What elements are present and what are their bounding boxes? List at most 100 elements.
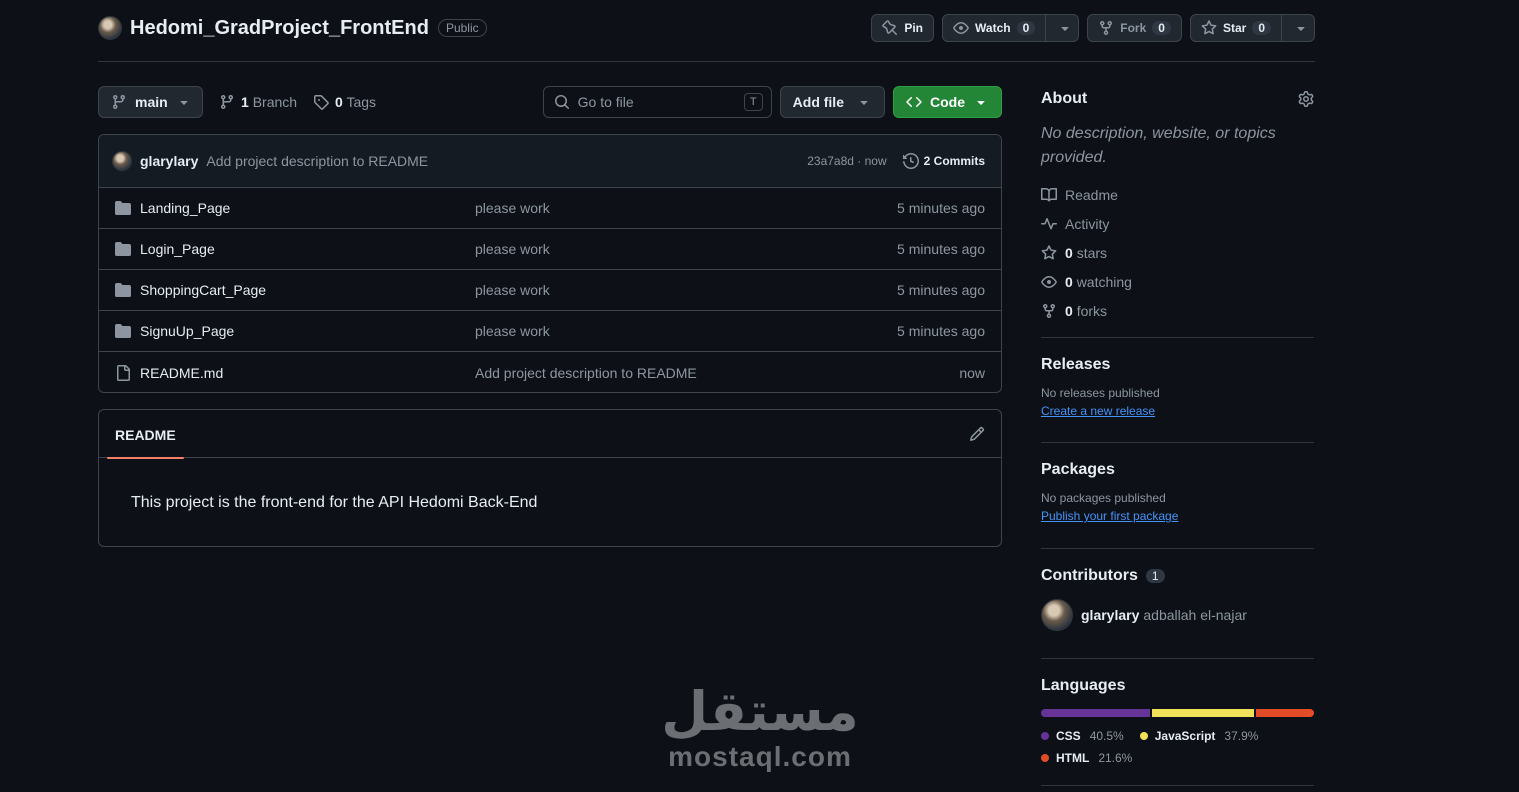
stars-link[interactable]: 0 stars	[1041, 238, 1314, 267]
star-icon	[1041, 244, 1057, 259]
watermark-latin: mostaql.com	[668, 741, 852, 772]
pin-button[interactable]: Pin	[871, 14, 935, 42]
branch-count: 1	[241, 94, 249, 110]
readme-panel: README This project is the front-end for…	[98, 409, 1002, 547]
branch-count-label: Branch	[252, 94, 298, 110]
contributor-item[interactable]: glarylary adballah el-najar	[1041, 599, 1314, 631]
about-description: No description, website, or topics provi…	[1041, 125, 1276, 166]
language-segment	[1151, 709, 1254, 717]
language-item[interactable]: JavaScript 37.9%	[1139, 729, 1259, 743]
readme-content: This project is the front-end for the AP…	[131, 494, 538, 511]
branch-name: main	[135, 94, 168, 110]
file-toolbar: main 1 Branch 0 Tags Go to file T Add fi…	[98, 86, 1002, 118]
forks-label: forks	[1076, 302, 1108, 319]
star-button[interactable]: Star 0	[1189, 14, 1315, 42]
tag-count: 0	[335, 94, 343, 110]
commit-author[interactable]: glarylary	[140, 153, 198, 169]
watch-dropdown[interactable]	[1052, 15, 1078, 41]
tab-readme[interactable]: README	[107, 410, 184, 459]
file-commit-message[interactable]: please work	[475, 200, 550, 216]
watching-label: watching	[1076, 273, 1132, 290]
branch-icon	[112, 95, 125, 110]
commits-link[interactable]: 2 Commits	[902, 153, 985, 169]
file-name[interactable]: Login_Page	[140, 241, 475, 257]
code-icon	[906, 96, 922, 108]
releases-title[interactable]: Releases	[1041, 356, 1314, 374]
table-row: ShoppingCart_Page please work 5 minutes …	[99, 270, 1001, 311]
file-commit-message[interactable]: Add project description to README	[475, 365, 697, 381]
language-item[interactable]: CSS 40.5%	[1041, 729, 1124, 743]
packages-title[interactable]: Packages	[1041, 461, 1314, 479]
folder-icon	[115, 201, 131, 215]
search-placeholder: Go to file	[577, 94, 634, 110]
watching-link[interactable]: 0 watching	[1041, 267, 1314, 296]
languages-title: Languages	[1041, 677, 1126, 694]
code-label: Code	[930, 94, 965, 110]
pin-label: Pin	[904, 21, 924, 35]
forks-link[interactable]: 0 forks	[1041, 296, 1314, 325]
pencil-icon[interactable]	[969, 426, 985, 442]
add-file-button[interactable]: Add file	[779, 86, 885, 118]
languages-section: Languages CSS 40.5% JavaScript 37.9% HTML 21.…	[1041, 659, 1314, 785]
gear-icon[interactable]	[1298, 91, 1314, 107]
star-dropdown[interactable]	[1288, 15, 1314, 41]
visibility-badge: Public	[437, 19, 487, 37]
history-icon	[902, 153, 919, 169]
book-icon	[1041, 187, 1057, 201]
header-divider	[98, 61, 1315, 62]
readme-link-label: Readme	[1065, 186, 1118, 203]
watch-button[interactable]: Watch 0	[942, 14, 1080, 42]
language-color-dot	[1139, 732, 1148, 740]
folder-icon	[115, 242, 131, 256]
packages-section: Packages No packages published Publish y…	[1041, 443, 1314, 548]
file-name[interactable]: SignuUp_Page	[140, 323, 475, 339]
fork-label: Fork	[1120, 21, 1147, 35]
file-commit-message[interactable]: please work	[475, 241, 550, 257]
language-item[interactable]: HTML 21.6%	[1041, 751, 1132, 765]
languages-legend: CSS 40.5% JavaScript 37.9% HTML 21.6%	[1041, 729, 1314, 765]
search-shortcut: T	[743, 93, 763, 111]
tags-link[interactable]: 0 Tags	[313, 94, 376, 110]
forks-count: 0	[1065, 302, 1073, 319]
contributor-login[interactable]: glarylary	[1081, 607, 1139, 623]
tag-count-label: Tags	[346, 94, 377, 110]
activity-link[interactable]: Activity	[1041, 209, 1314, 238]
file-commit-message[interactable]: please work	[475, 323, 550, 339]
readme-link[interactable]: Readme	[1041, 180, 1314, 209]
go-to-file-input[interactable]: Go to file T	[542, 86, 772, 118]
commit-hash-time[interactable]: 23a7a8d · now	[807, 154, 886, 168]
create-release-link[interactable]: Create a new release	[1041, 404, 1314, 418]
table-row: SignuUp_Page please work 5 minutes ago	[99, 311, 1001, 352]
fork-icon	[1100, 21, 1113, 36]
file-name[interactable]: Landing_Page	[140, 200, 475, 216]
watch-label: Watch	[975, 21, 1011, 35]
search-icon	[554, 95, 569, 110]
contributor-avatar[interactable]	[1041, 599, 1073, 631]
language-percent: 21.6%	[1098, 751, 1133, 765]
releases-empty: No releases published	[1041, 386, 1160, 400]
star-counter: 0	[1252, 21, 1271, 35]
star-icon	[1201, 20, 1217, 35]
language-color-dot	[1041, 754, 1049, 762]
folder-icon	[115, 283, 131, 297]
file-time: 5 minutes ago	[897, 282, 985, 298]
fork-button[interactable]: Fork 0	[1087, 14, 1182, 42]
contributors-title[interactable]: Contributors	[1041, 567, 1138, 585]
file-name[interactable]: README.md	[140, 365, 475, 381]
divider	[1041, 785, 1314, 786]
commit-author-avatar[interactable]	[112, 151, 132, 171]
contributors-counter: 1	[1145, 569, 1165, 583]
publish-package-link[interactable]: Publish your first package	[1041, 509, 1314, 523]
file-commit-message[interactable]: please work	[475, 282, 550, 298]
code-button[interactable]: Code	[893, 86, 1002, 118]
branches-link[interactable]: 1 Branch	[219, 94, 297, 110]
file-name[interactable]: ShoppingCart_Page	[140, 282, 475, 298]
language-percent: 40.5%	[1089, 729, 1124, 743]
branch-selector[interactable]: main	[98, 86, 203, 118]
repo-name[interactable]: Hedomi_GradProject_FrontEnd	[130, 17, 429, 40]
language-percent: 37.9%	[1224, 729, 1259, 743]
readme-header: README	[99, 410, 1001, 459]
language-segment	[1255, 709, 1314, 717]
owner-avatar[interactable]	[98, 16, 122, 40]
commit-message[interactable]: Add project description to README	[206, 153, 428, 169]
